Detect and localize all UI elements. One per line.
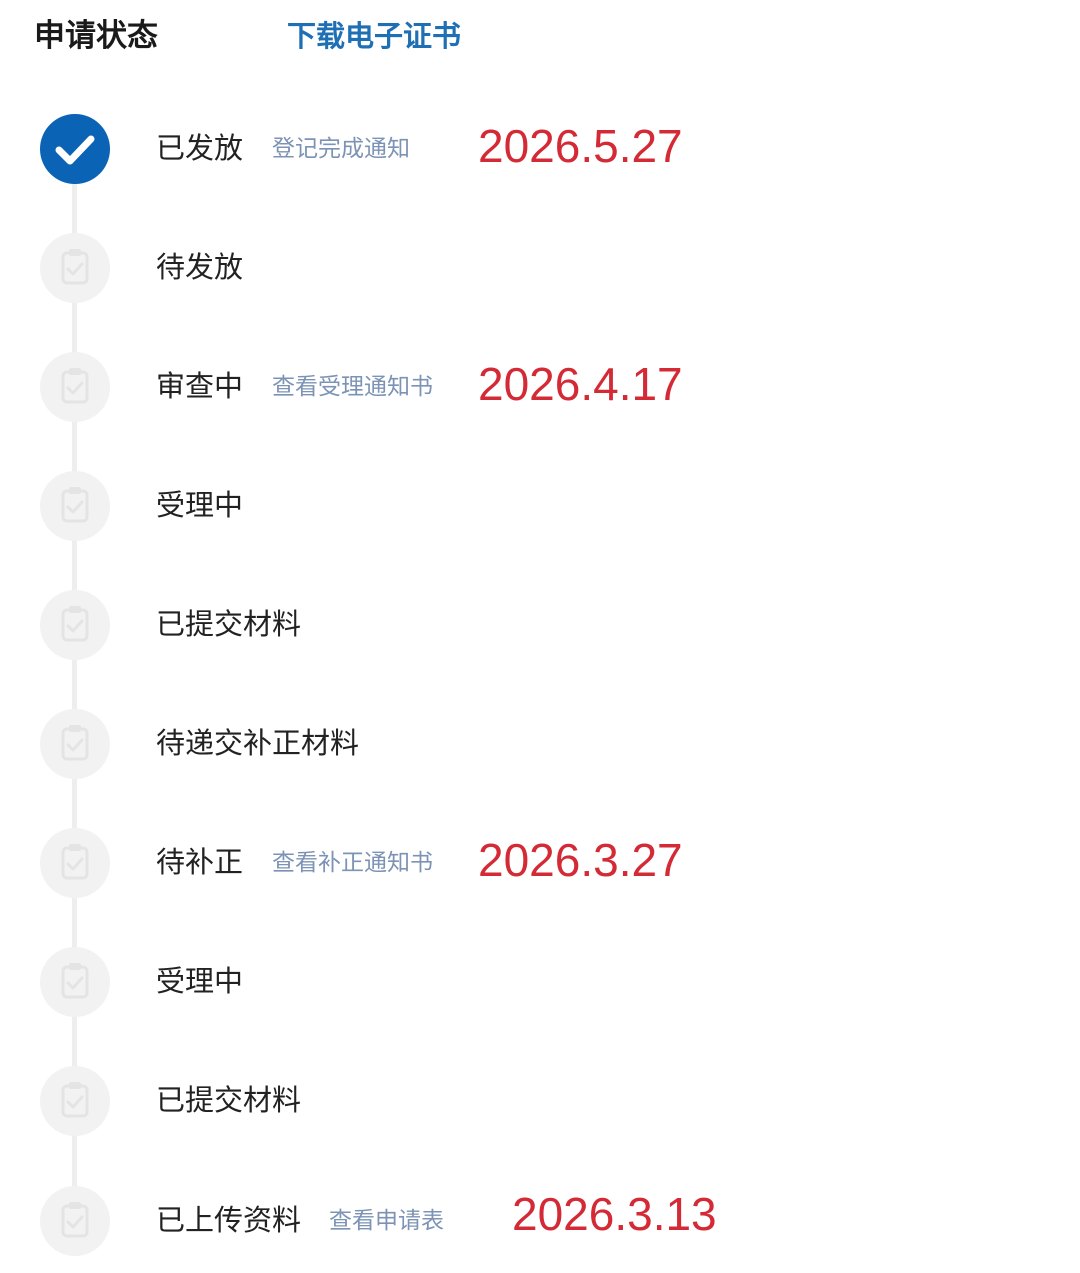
clipboard-check-icon (40, 471, 110, 541)
clipboard-check-icon (40, 828, 110, 898)
step-label: 已提交材料 (156, 1083, 302, 1117)
step-label: 待递交补正材料 (156, 726, 360, 760)
step-label: 受理中 (156, 964, 244, 998)
step-label: 待发放 (156, 250, 244, 284)
step-date: 2026.5.27 (478, 120, 683, 172)
timeline-step: 已发放 登记完成通知 2026.5.27 (0, 114, 1080, 194)
clipboard-check-icon (40, 947, 110, 1017)
timeline-step: 已提交材料 (0, 1066, 1080, 1146)
step-notice-link[interactable]: 查看补正通知书 (272, 847, 433, 879)
timeline-step: 待补正 查看补正通知书 2026.3.27 (0, 828, 1080, 908)
step-label: 已提交材料 (156, 607, 302, 641)
status-timeline: 已发放 登记完成通知 2026.5.27 待发放 审查中 查看受理通知书 202… (0, 0, 1080, 1273)
step-label: 已上传资料 (156, 1203, 302, 1237)
timeline-step: 待发放 (0, 233, 1080, 313)
clipboard-check-icon (40, 590, 110, 660)
step-label: 审查中 (156, 369, 244, 403)
step-date: 2026.3.27 (478, 834, 683, 886)
clipboard-check-icon (40, 709, 110, 779)
clipboard-check-icon (40, 1186, 110, 1256)
step-notice-link[interactable]: 查看申请表 (329, 1205, 444, 1237)
timeline-step: 已提交材料 (0, 590, 1080, 670)
timeline-step: 已上传资料 查看申请表 2026.3.13 (0, 1186, 1080, 1266)
step-label: 受理中 (156, 488, 244, 522)
clipboard-check-icon (40, 233, 110, 303)
step-notice-link[interactable]: 查看受理通知书 (272, 371, 433, 403)
clipboard-check-icon (40, 1066, 110, 1136)
step-notice-link[interactable]: 登记完成通知 (272, 133, 410, 165)
check-circle-icon (40, 114, 110, 184)
timeline-step: 待递交补正材料 (0, 709, 1080, 789)
clipboard-check-icon (40, 352, 110, 422)
timeline-step: 受理中 (0, 947, 1080, 1027)
step-date: 2026.4.17 (478, 358, 683, 410)
timeline-step: 受理中 (0, 471, 1080, 551)
step-label: 待补正 (156, 845, 244, 879)
step-label: 已发放 (156, 131, 244, 165)
step-date: 2026.3.13 (512, 1188, 717, 1240)
timeline-step: 审查中 查看受理通知书 2026.4.17 (0, 352, 1080, 432)
